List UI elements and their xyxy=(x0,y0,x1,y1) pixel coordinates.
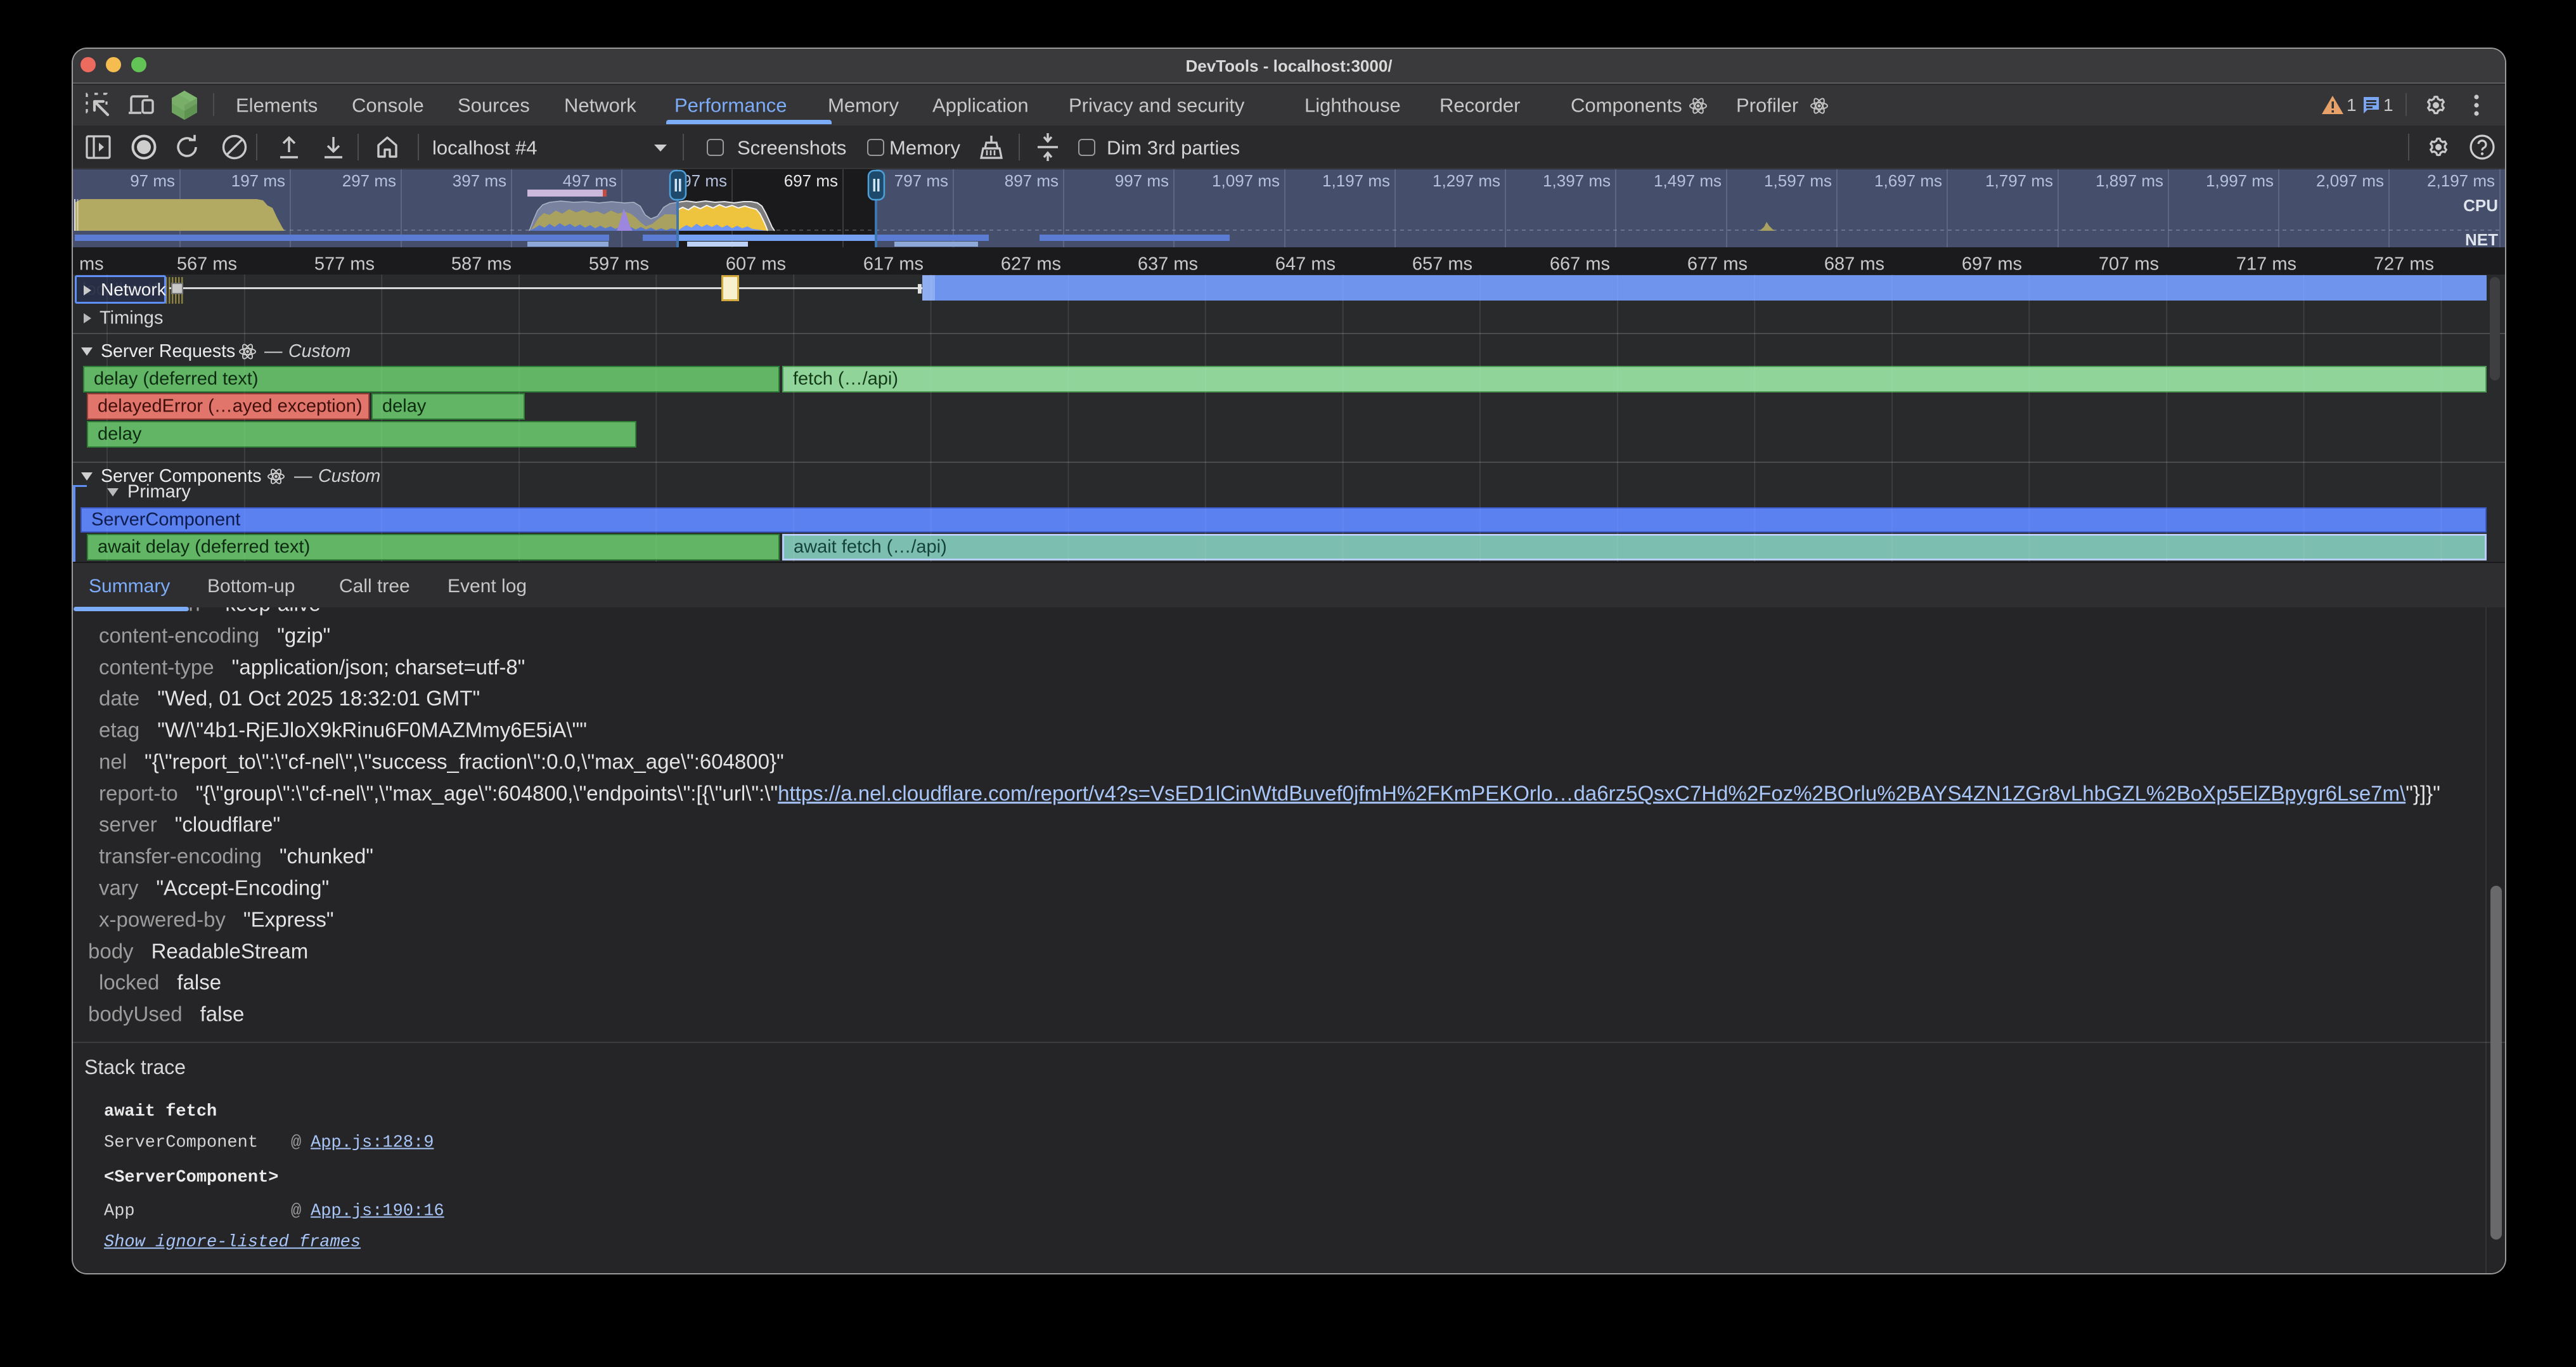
svg-text:1,897 ms: 1,897 ms xyxy=(2096,171,2163,190)
svg-text:CPU: CPU xyxy=(2463,196,2498,215)
svg-text:1,497 ms: 1,497 ms xyxy=(1654,171,1722,190)
svg-text:2,197 ms: 2,197 ms xyxy=(2427,171,2495,190)
svg-text:2,097 ms: 2,097 ms xyxy=(2316,171,2384,190)
svg-text:1,397 ms: 1,397 ms xyxy=(1543,171,1611,190)
svg-text:NET: NET xyxy=(2465,230,2498,247)
svg-text:897 ms: 897 ms xyxy=(1005,171,1059,190)
svg-text:797 ms: 797 ms xyxy=(894,171,948,190)
svg-text:1,997 ms: 1,997 ms xyxy=(2206,171,2274,190)
svg-text:1,297 ms: 1,297 ms xyxy=(1433,171,1500,190)
svg-text:997 ms: 997 ms xyxy=(1115,171,1169,190)
svg-text:197 ms: 197 ms xyxy=(231,171,285,190)
svg-text:697 ms: 697 ms xyxy=(784,171,838,190)
svg-text:1,697 ms: 1,697 ms xyxy=(1874,171,1942,190)
svg-text:1,097 ms: 1,097 ms xyxy=(1212,171,1280,190)
svg-text:297 ms: 297 ms xyxy=(342,171,396,190)
svg-text:97 ms: 97 ms xyxy=(130,171,175,190)
svg-text:397 ms: 397 ms xyxy=(453,171,506,190)
svg-text:497 ms: 497 ms xyxy=(563,171,617,190)
svg-text:1,197 ms: 1,197 ms xyxy=(1322,171,1390,190)
svg-text:1,597 ms: 1,597 ms xyxy=(1764,171,1832,190)
svg-text:1,797 ms: 1,797 ms xyxy=(1985,171,2053,190)
